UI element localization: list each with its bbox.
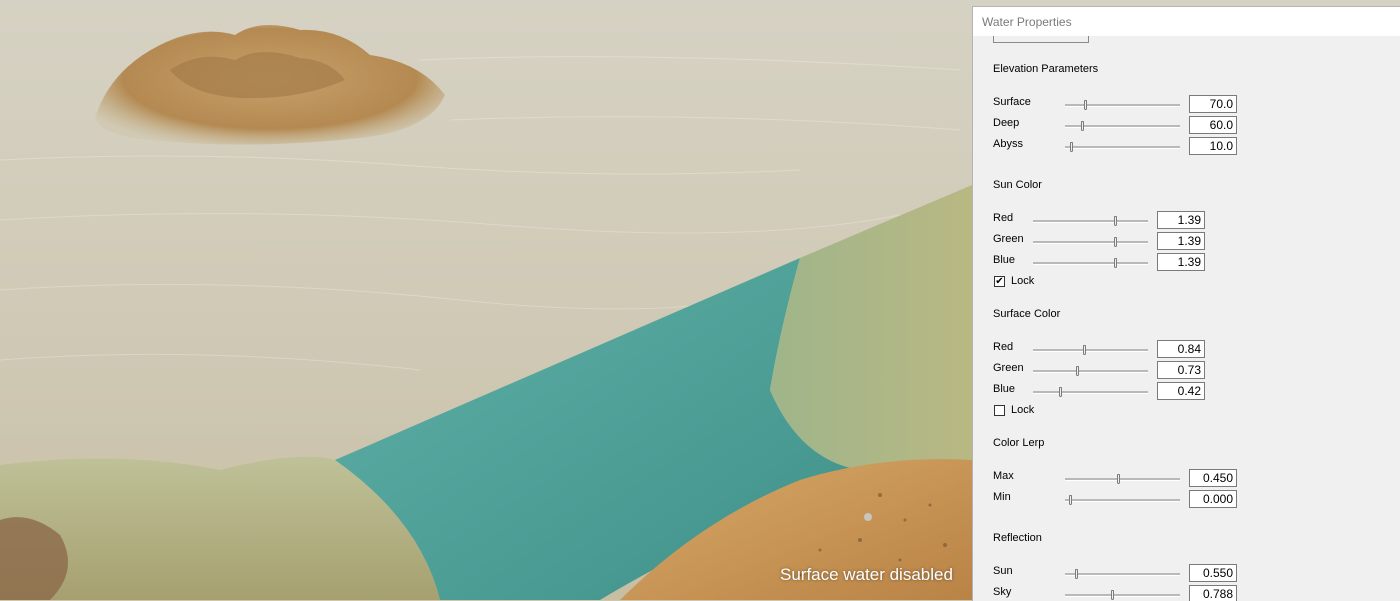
reflection-heading: Reflection xyxy=(993,532,1042,544)
surface-color-heading: Surface Color xyxy=(993,308,1061,320)
slider-thumb[interactable] xyxy=(1068,495,1072,505)
elevation-deep-input[interactable]: 60.0 xyxy=(1189,116,1237,134)
slider-thumb[interactable] xyxy=(1058,387,1062,397)
elevation-surface-label: Surface xyxy=(993,96,1031,108)
lerp-min-label: Min xyxy=(993,491,1011,503)
sun-red-slider[interactable] xyxy=(1033,216,1148,226)
sun-red-input[interactable]: 1.39 xyxy=(1157,211,1205,229)
slider-thumb[interactable] xyxy=(1069,142,1073,152)
slider-thumb[interactable] xyxy=(1082,345,1086,355)
reflection-sky-input[interactable]: 0.788 xyxy=(1189,585,1237,601)
reflection-sun-slider[interactable] xyxy=(1065,569,1180,579)
sun-color-heading: Sun Color xyxy=(993,179,1042,191)
slider-thumb[interactable] xyxy=(1074,569,1078,579)
elevation-surface-slider[interactable] xyxy=(1065,100,1180,110)
sun-lock-label: Lock xyxy=(1011,275,1035,287)
elevation-deep-slider[interactable] xyxy=(1065,121,1180,131)
slider-thumb[interactable] xyxy=(1113,216,1117,226)
reflection-sky-label: Sky xyxy=(993,586,1012,598)
lerp-max-slider[interactable] xyxy=(1065,474,1180,484)
surface-lock-label: Lock xyxy=(1011,404,1035,416)
reflection-sun-input[interactable]: 0.550 xyxy=(1189,564,1237,582)
lerp-max-input[interactable]: 0.450 xyxy=(1189,469,1237,487)
sun-green-slider[interactable] xyxy=(1033,237,1148,247)
sun-red-label: Red xyxy=(993,212,1014,224)
lerp-min-slider[interactable] xyxy=(1065,495,1180,505)
surface-lock-checkbox[interactable] xyxy=(994,405,1005,416)
slider-thumb[interactable] xyxy=(1083,100,1087,110)
elevation-abyss-label: Abyss xyxy=(993,138,1023,150)
elevation-deep-label: Deep xyxy=(993,117,1020,129)
slider-thumb[interactable] xyxy=(1113,237,1117,247)
color-lerp-heading: Color Lerp xyxy=(993,437,1045,449)
lerp-max-label: Max xyxy=(993,470,1014,482)
surface-blue-input[interactable]: 0.42 xyxy=(1157,382,1205,400)
slider-thumb[interactable] xyxy=(1111,590,1115,600)
slider-thumb[interactable] xyxy=(1081,121,1085,131)
surface-blue-label: Blue xyxy=(993,383,1016,395)
elevation-abyss-input[interactable]: 10.0 xyxy=(1189,137,1237,155)
surface-green-slider[interactable] xyxy=(1033,366,1148,376)
sun-green-label: Green xyxy=(993,233,1024,245)
sun-green-input[interactable]: 1.39 xyxy=(1157,232,1205,250)
slider-thumb[interactable] xyxy=(1117,474,1121,484)
sun-lock-checkbox[interactable]: ✔ xyxy=(994,276,1005,287)
panel-titlebar[interactable]: Water Properties xyxy=(973,7,1400,36)
surface-water-status: Surface water disabled xyxy=(780,565,953,584)
sun-blue-label: Blue xyxy=(993,254,1016,266)
surface-red-slider[interactable] xyxy=(1033,345,1148,355)
sun-blue-input[interactable]: 1.39 xyxy=(1157,253,1205,271)
lerp-min-input[interactable]: 0.000 xyxy=(1189,490,1237,508)
surface-green-label: Green xyxy=(993,362,1024,374)
surface-green-input[interactable]: 0.73 xyxy=(1157,361,1205,379)
elevation-abyss-slider[interactable] xyxy=(1065,142,1180,152)
surface-blue-slider[interactable] xyxy=(1033,387,1148,397)
reflection-sun-label: Sun xyxy=(993,565,1013,577)
water-properties-panel: Water Properties Elevation Parameters Su… xyxy=(972,6,1400,601)
elevation-heading: Elevation Parameters xyxy=(993,63,1099,75)
reflection-sky-slider[interactable] xyxy=(1065,590,1180,600)
panel-title: Water Properties xyxy=(982,15,1072,29)
panel-scroll-stub xyxy=(993,36,1089,43)
surface-red-label: Red xyxy=(993,341,1014,353)
sun-blue-slider[interactable] xyxy=(1033,258,1148,268)
slider-thumb[interactable] xyxy=(1075,366,1079,376)
surface-red-input[interactable]: 0.84 xyxy=(1157,340,1205,358)
slider-thumb[interactable] xyxy=(1113,258,1117,268)
elevation-surface-input[interactable]: 70.0 xyxy=(1189,95,1237,113)
